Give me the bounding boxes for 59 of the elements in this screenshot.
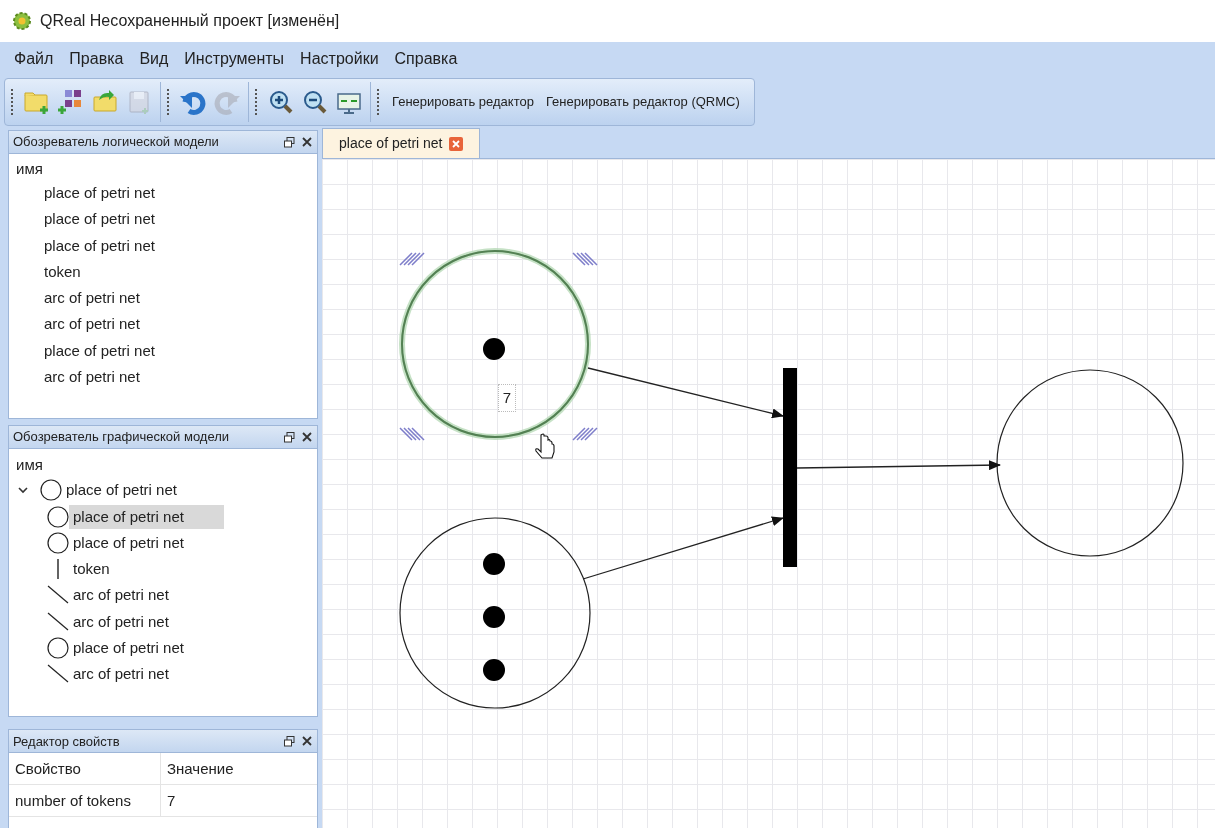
arc-arrow[interactable] bbox=[582, 516, 784, 580]
tree-item[interactable]: arc of petri net bbox=[69, 583, 209, 608]
close-icon[interactable] bbox=[302, 735, 313, 747]
tree-item[interactable]: place of petri net bbox=[9, 180, 317, 207]
float-icon[interactable] bbox=[284, 431, 296, 444]
tree-item[interactable]: arc of petri net bbox=[9, 311, 317, 338]
token-count-label[interactable]: 7 bbox=[498, 384, 516, 412]
arc-arrow[interactable] bbox=[796, 460, 1001, 471]
tree-item[interactable]: place of petri net bbox=[9, 206, 317, 233]
tree-item[interactable]: place of petri net bbox=[69, 504, 224, 529]
menu-item[interactable]: Инструменты bbox=[178, 44, 291, 73]
close-icon[interactable] bbox=[302, 431, 313, 443]
vertical-line-icon bbox=[56, 557, 60, 582]
tree-item[interactable]: arc of petri net bbox=[9, 364, 317, 391]
circle-icon bbox=[47, 636, 69, 661]
circle-icon bbox=[47, 504, 69, 529]
place-node[interactable] bbox=[399, 517, 591, 709]
tab[interactable]: place of petri net bbox=[322, 128, 480, 158]
tree-item[interactable]: place of petri net bbox=[69, 636, 224, 661]
tree-item[interactable]: place of petri net bbox=[9, 232, 317, 259]
dock-title: Редактор свойств bbox=[13, 732, 120, 751]
token-dot bbox=[483, 659, 505, 681]
place-node[interactable] bbox=[996, 369, 1184, 557]
tree-item[interactable]: arc of petri net bbox=[69, 609, 209, 634]
arc-arrow[interactable] bbox=[587, 367, 784, 419]
menu-item[interactable]: Настройки bbox=[294, 44, 385, 73]
menu-item[interactable]: Вид bbox=[133, 44, 175, 73]
token-dot bbox=[483, 553, 505, 575]
app-logo-icon bbox=[12, 11, 32, 31]
dock-title: Обозреватель логической модели bbox=[13, 133, 219, 152]
close-icon[interactable] bbox=[302, 136, 313, 148]
tree-item[interactable]: place of petri net bbox=[9, 337, 317, 365]
tree-item[interactable]: place of petri net bbox=[69, 530, 224, 555]
column-header: Свойство bbox=[9, 753, 161, 785]
token-dot bbox=[483, 338, 505, 360]
hand-cursor-icon bbox=[535, 433, 555, 459]
tree-item[interactable]: arc of petri net bbox=[9, 285, 317, 312]
circle-icon bbox=[47, 530, 69, 555]
diagram-canvas[interactable]: 7 bbox=[322, 158, 1215, 828]
menu-item[interactable]: Правка bbox=[63, 44, 130, 73]
tree-item[interactable]: token bbox=[9, 258, 317, 286]
table-cell: number of tokens bbox=[9, 785, 161, 817]
tree-item[interactable]: token bbox=[69, 557, 150, 582]
column-header: имя bbox=[15, 159, 44, 179]
float-icon[interactable] bbox=[284, 735, 296, 748]
token-dot bbox=[483, 606, 505, 628]
column-header: Значение bbox=[166, 758, 235, 779]
tree-item[interactable]: place of petri net bbox=[62, 478, 217, 503]
tree-item[interactable]: arc of petri net bbox=[69, 662, 209, 687]
table-cell-text: 7 bbox=[166, 790, 177, 811]
circle-icon bbox=[40, 478, 62, 503]
menu-item[interactable]: Справка bbox=[388, 44, 464, 73]
float-icon[interactable] bbox=[284, 136, 296, 148]
toolbar-button[interactable]: Генерировать редактор (QRMC) bbox=[539, 86, 746, 117]
dock-title: Обозреватель графической модели bbox=[13, 428, 230, 447]
column-header: имя bbox=[15, 455, 44, 476]
toolbar-button[interactable]: Генерировать редактор bbox=[386, 86, 540, 117]
window-title: QReal Несохраненный проект [изменён] bbox=[40, 11, 340, 31]
menu-item[interactable]: Файл bbox=[8, 44, 60, 73]
